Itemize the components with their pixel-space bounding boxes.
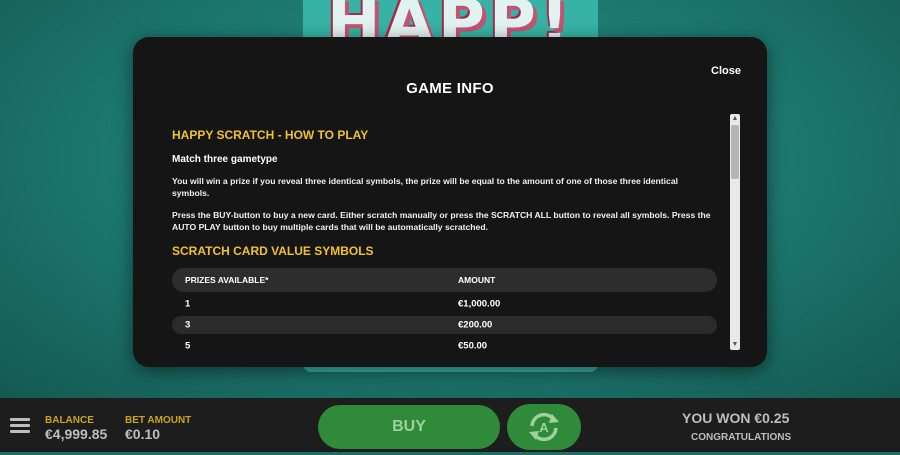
prize-amount: €50.00 [458,340,488,351]
scroll-up-arrow-icon[interactable]: ▲ [730,114,740,124]
balance-label: BALANCE [45,415,94,426]
bet-amount-label: BET AMOUNT [125,415,192,426]
win-rule-paragraph: You will win a prize if you reveal three… [172,176,679,198]
autoplay-button[interactable]: A [507,404,581,450]
balance-value: €4,999.85 [45,426,108,442]
table-row: 5 €50.00 [172,337,717,351]
modal-title: GAME INFO [406,80,494,97]
buy-button[interactable]: BUY [318,405,500,449]
win-amount: YOU WON €0.25 [682,410,790,426]
amount-header: AMOUNT [458,275,496,285]
how-to-play-heading: HAPPY SCRATCH - HOW TO PLAY [172,128,369,142]
prizes-available-header: PRIZES AVAILABLE* [185,275,269,285]
scroll-thumb[interactable] [731,125,739,179]
svg-text:A: A [539,420,549,435]
autoplay-icon: A [529,412,559,442]
prize-count: 5 [185,340,191,351]
game-info-modal: Close GAME INFO HAPPY SCRATCH - HOW TO P… [133,37,767,367]
prize-table: PRIZES AVAILABLE* AMOUNT 1 €1,000.00 3 €… [172,268,717,350]
table-header: PRIZES AVAILABLE* AMOUNT [172,268,717,292]
buy-instructions-paragraph: Press the BUY-button to buy a new card. … [172,210,711,232]
prize-amount: €1,000.00 [458,298,501,310]
gametype-subheading: Match three gametype [172,154,278,165]
menu-icon[interactable] [10,418,30,434]
prize-count: 3 [185,319,191,331]
info-content: HAPPY SCRATCH - HOW TO PLAY Match three … [172,125,719,350]
bet-amount-value[interactable]: €0.10 [125,426,160,442]
value-symbols-heading: SCRATCH CARD VALUE SYMBOLS [172,244,374,258]
scroll-down-arrow-icon[interactable]: ▼ [730,340,740,350]
table-row: 3 €200.00 [172,316,717,334]
content-scrollbar[interactable]: ▲ ▼ [730,114,740,350]
table-row: 1 €1,000.00 [172,295,717,313]
close-button[interactable]: Close [711,65,741,77]
prize-amount: €200.00 [458,319,493,331]
prize-count: 1 [185,298,191,310]
congratulations-text: CONGRATULATIONS [691,432,792,443]
